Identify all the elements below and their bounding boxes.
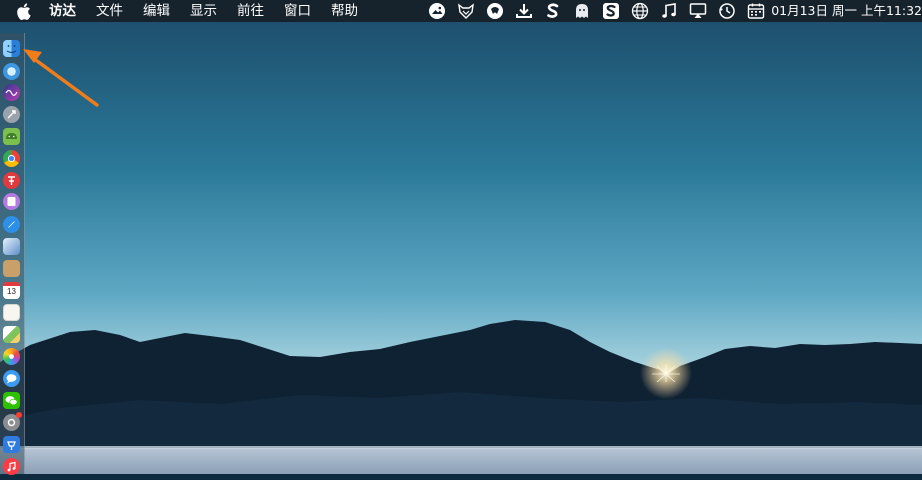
browser-icon[interactable] bbox=[486, 2, 504, 20]
wallpaper-image bbox=[0, 0, 922, 474]
notification-badge bbox=[16, 412, 22, 418]
menu-app-name[interactable]: 访达 bbox=[49, 0, 76, 22]
purple-app-icon[interactable] bbox=[3, 193, 20, 210]
notebook-icon[interactable] bbox=[3, 260, 20, 277]
menu-clock[interactable]: 01月13日 周一 上午11:32 bbox=[771, 0, 922, 22]
calendar-day: 13 bbox=[7, 287, 16, 296]
download-icon[interactable] bbox=[515, 2, 533, 20]
status-bar: 01月13日 周一 上午11:32 bbox=[417, 0, 922, 22]
photos-icon[interactable] bbox=[3, 348, 20, 365]
menu-window[interactable]: 窗口 bbox=[284, 0, 311, 22]
red-app-icon[interactable] bbox=[3, 172, 20, 189]
finder-icon[interactable] bbox=[3, 40, 20, 57]
fox-icon[interactable] bbox=[457, 2, 475, 20]
messages-icon[interactable] bbox=[3, 370, 20, 387]
sogou-icon[interactable] bbox=[602, 2, 620, 20]
chrome-icon[interactable] bbox=[3, 150, 20, 167]
preview-icon[interactable] bbox=[3, 238, 20, 255]
music-icon[interactable] bbox=[3, 458, 20, 475]
notes-icon[interactable] bbox=[3, 304, 20, 321]
compass-icon[interactable] bbox=[3, 216, 20, 233]
music-note-icon[interactable] bbox=[660, 2, 678, 20]
photo-icon[interactable] bbox=[428, 2, 446, 20]
system-preferences-icon[interactable] bbox=[3, 412, 22, 431]
menu-file[interactable]: 文件 bbox=[96, 0, 123, 22]
maps-icon[interactable] bbox=[3, 326, 20, 343]
keynote-icon[interactable] bbox=[3, 436, 20, 453]
apple-menu-icon[interactable] bbox=[15, 2, 31, 20]
menu-go[interactable]: 前往 bbox=[237, 0, 264, 22]
ghost-icon[interactable] bbox=[573, 2, 591, 20]
airplay-icon[interactable] bbox=[689, 2, 707, 20]
time-machine-icon[interactable] bbox=[718, 2, 736, 20]
siri-icon[interactable] bbox=[3, 84, 20, 101]
dock: 13 bbox=[0, 33, 25, 475]
menu-bar: 访达 文件 编辑 显示 前往 窗口 帮助 01月13日 周一 上午11:32 bbox=[0, 0, 922, 22]
globe-icon[interactable] bbox=[631, 2, 649, 20]
menu-edit[interactable]: 编辑 bbox=[143, 0, 170, 22]
s-app-icon[interactable] bbox=[544, 2, 562, 20]
wechat-icon[interactable] bbox=[3, 392, 20, 409]
calendar-dock-icon[interactable]: 13 bbox=[3, 282, 20, 299]
launchpad-icon[interactable] bbox=[3, 106, 20, 123]
android-icon[interactable] bbox=[3, 128, 20, 145]
safari-icon[interactable] bbox=[3, 63, 20, 80]
calendar-icon[interactable] bbox=[747, 2, 765, 20]
desktop-wallpaper bbox=[0, 0, 922, 474]
menu-help[interactable]: 帮助 bbox=[331, 0, 358, 22]
menu-view[interactable]: 显示 bbox=[190, 0, 217, 22]
